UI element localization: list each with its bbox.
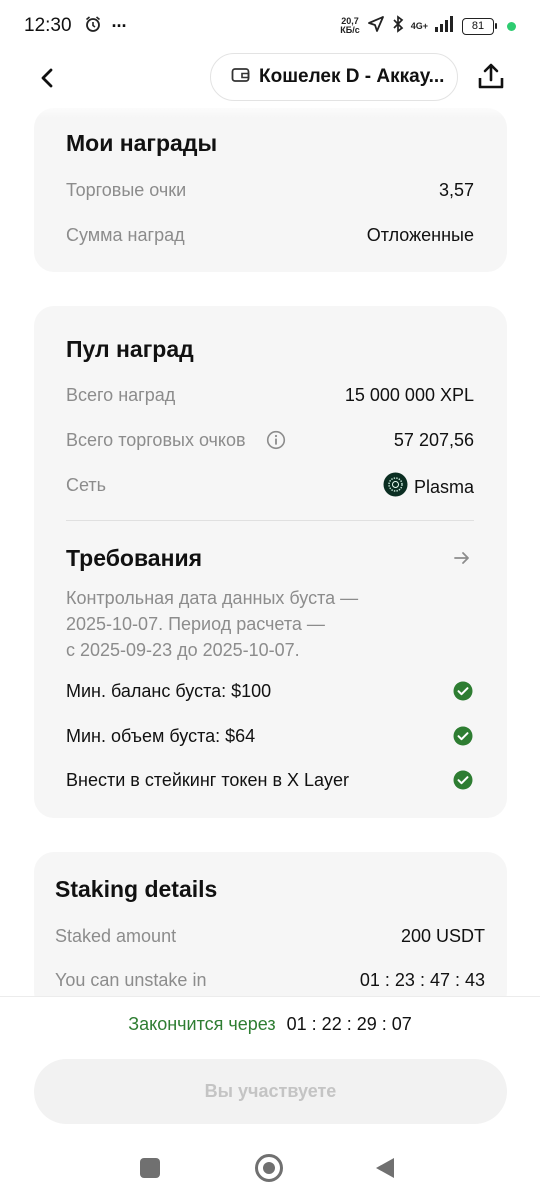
wallet-label: Кошелек D - Аккау... xyxy=(259,66,445,87)
unstake-in-value: 01 : 23 : 47 : 43 xyxy=(359,970,485,990)
bluetooth-icon xyxy=(392,14,404,38)
unstake-in-label: You can unstake in xyxy=(55,970,207,990)
back-button[interactable] xyxy=(30,60,66,96)
wallet-icon xyxy=(231,66,251,89)
my-rewards-title: Мои награды xyxy=(66,130,218,156)
share-button[interactable] xyxy=(474,58,508,94)
requirements-description: Контрольная дата данных буста — 2025-10-… xyxy=(66,585,358,663)
recent-apps-icon[interactable] xyxy=(140,1158,160,1178)
status-time: 12:30 xyxy=(24,15,72,36)
plasma-logo-icon xyxy=(383,472,408,502)
chevron-left-icon xyxy=(41,68,53,88)
network-type: 4G+ xyxy=(410,21,428,31)
staked-amount-value: 200 USDT xyxy=(400,926,485,946)
ends-in-timer: 01 : 22 : 29 : 07 xyxy=(286,1014,412,1034)
scroll-fade xyxy=(0,102,540,118)
ends-in-row: Закончится через 01 : 22 : 29 : 07 xyxy=(0,1014,540,1035)
participating-button[interactable]: Вы участвуете xyxy=(34,1059,507,1124)
requirement-min-balance: Мин. баланс буста: $100 xyxy=(66,681,272,701)
check-circle-icon xyxy=(453,770,473,790)
staking-details-title: Staking details xyxy=(55,876,218,902)
requirement-min-volume: Мин. объем буста: $64 xyxy=(66,726,256,746)
network-speed: 20,7 КБ/с xyxy=(340,17,359,35)
privacy-indicator-dot xyxy=(507,21,516,31)
description-line: 2025-10-07. Период расчета — xyxy=(66,614,325,634)
total-rewards-value: 15 000 000 XPL xyxy=(344,385,474,405)
requirement-staking: Внести в стейкинг токен в X Layer xyxy=(66,770,350,790)
ends-in-label: Закончится через xyxy=(128,1014,276,1034)
header: Кошелек D - Аккау... xyxy=(0,52,540,102)
status-bar: 12:30 ··· 20,7 КБ/с 4G+ 81 xyxy=(0,0,540,52)
alarm-icon xyxy=(84,15,102,38)
description-line: Контрольная дата данных буста — xyxy=(66,588,359,608)
requirements-title: Требования xyxy=(66,545,203,571)
staked-amount-label: Staked amount xyxy=(55,926,177,946)
total-trading-points-label: Всего торговых очков xyxy=(66,430,246,450)
arrow-right-icon xyxy=(454,552,469,564)
reward-pool-title: Пул наград xyxy=(66,336,194,362)
network-value: Plasma xyxy=(383,472,474,502)
rewards-sum-label: Сумма наград xyxy=(66,225,185,245)
rewards-sum-value: Отложенные xyxy=(366,225,474,245)
trading-points-label: Торговые очки xyxy=(66,180,187,200)
trading-points-value: 3,57 xyxy=(438,180,474,200)
network-name: Plasma xyxy=(413,476,474,497)
check-circle-icon xyxy=(453,681,473,701)
share-icon xyxy=(478,63,504,89)
total-trading-points-value: 57 207,56 xyxy=(393,430,474,450)
network-label: Сеть xyxy=(66,475,107,495)
location-icon xyxy=(367,15,385,38)
speed-unit: КБ/с xyxy=(340,25,360,35)
system-nav-bar xyxy=(0,1140,540,1200)
description-line: с 2025-09-23 до 2025-10-07. xyxy=(66,640,300,660)
more-notifications-icon: ··· xyxy=(111,15,128,36)
wallet-selector[interactable]: Кошелек D - Аккау... xyxy=(210,53,458,101)
requirements-arrow-button[interactable] xyxy=(452,548,472,573)
battery-indicator: 81 xyxy=(462,17,497,35)
home-icon[interactable] xyxy=(255,1154,283,1182)
nav-back-icon[interactable] xyxy=(374,1156,396,1185)
signal-icon xyxy=(435,15,455,37)
requirements-divider xyxy=(66,520,474,521)
info-icon[interactable] xyxy=(266,430,286,455)
check-circle-icon xyxy=(453,726,473,746)
total-rewards-label: Всего наград xyxy=(66,385,176,405)
